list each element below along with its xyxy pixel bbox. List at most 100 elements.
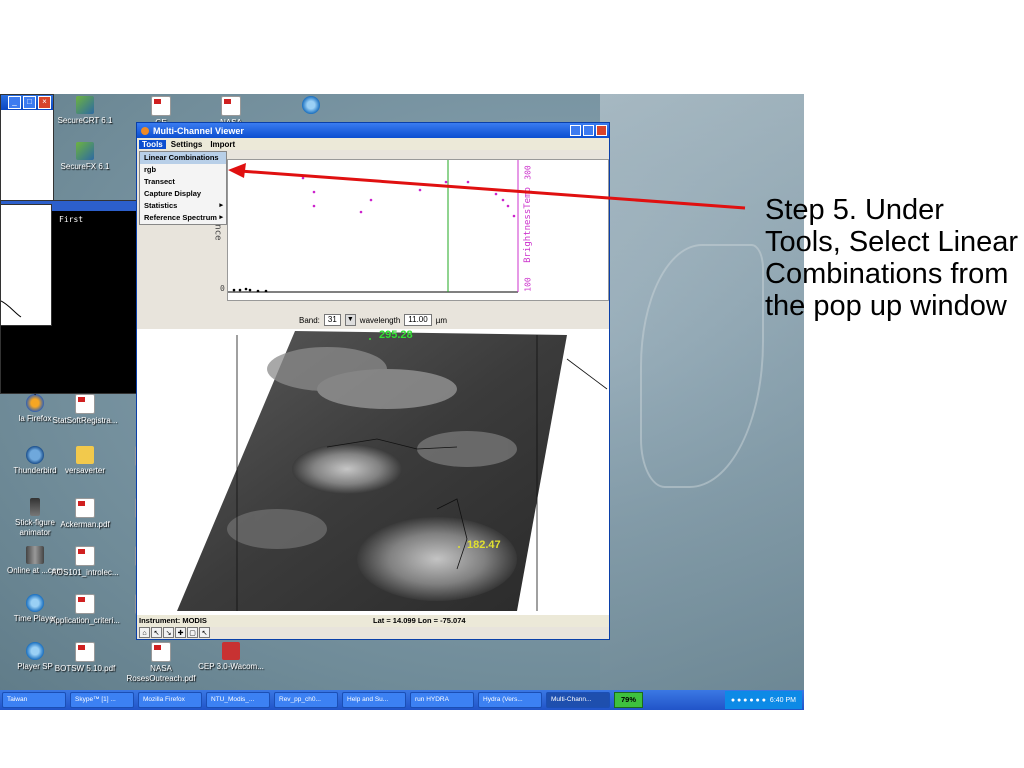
maximize-icon[interactable]: □ bbox=[23, 96, 36, 109]
left-window-titlebar[interactable]: _ □ × bbox=[1, 95, 53, 110]
minimize-icon[interactable] bbox=[570, 125, 581, 136]
pdf-icon bbox=[75, 498, 95, 518]
battery-indicator[interactable]: 79% bbox=[614, 692, 644, 708]
zoom-in-icon[interactable]: ↖ bbox=[151, 627, 162, 638]
taskbar-item[interactable]: NTU_Modis_... bbox=[206, 692, 270, 708]
map-outline bbox=[1, 205, 48, 406]
desktop-icon[interactable]: CEP 3.0-Wacom... bbox=[196, 642, 266, 672]
data-point bbox=[248, 288, 252, 292]
desktop-icon[interactable]: NASA RosesOutreach.pdf bbox=[126, 642, 196, 684]
maximize-icon[interactable] bbox=[583, 125, 594, 136]
media-icon bbox=[26, 642, 44, 660]
satellite-image-canvas bbox=[177, 331, 608, 611]
desktop-icon-label: BOTSW 5.10.pdf bbox=[54, 664, 116, 673]
pdf-icon bbox=[151, 96, 171, 116]
folder-icon bbox=[76, 446, 94, 464]
menu-item-rgb[interactable]: rgb bbox=[140, 164, 226, 176]
zoom-out-icon[interactable]: ↘ bbox=[163, 627, 174, 638]
menu-item-transect[interactable]: Transect bbox=[140, 176, 226, 188]
menu-item-reference-spectrum[interactable]: Reference Spectrum bbox=[140, 212, 226, 224]
spectrum-plot[interactable]: tance 0 300 BrightnessTemp 100 bbox=[213, 159, 609, 301]
desktop-icon[interactable] bbox=[276, 96, 346, 116]
max-marker bbox=[369, 338, 371, 340]
chevron-down-icon[interactable]: ▼ bbox=[344, 314, 356, 326]
pdf-icon bbox=[75, 394, 95, 414]
app-icon bbox=[76, 96, 94, 114]
tools-dropdown-menu: Linear Combinations rgb Transect Capture… bbox=[139, 151, 227, 225]
taskbar-item[interactable]: Skype™ [1] ... bbox=[70, 692, 134, 708]
taskbar-items: Taiwan Skype™ [1] ... Mozilla Firefox NTU_M… bbox=[2, 692, 610, 708]
menu-item-capture-display[interactable]: Capture Display bbox=[140, 188, 226, 200]
taskbar-item[interactable]: Taiwan bbox=[2, 692, 66, 708]
people-icon bbox=[26, 546, 44, 564]
clock[interactable]: 6:40 PM bbox=[770, 697, 796, 704]
menu-settings[interactable]: Settings bbox=[168, 140, 206, 149]
pdf-icon bbox=[151, 642, 171, 662]
tray-icons[interactable]: ● ● ● ● ● ● bbox=[731, 697, 766, 704]
close-icon[interactable] bbox=[596, 125, 607, 136]
data-point bbox=[418, 188, 422, 192]
desktop-icon[interactable]: BOTSW 5.10.pdf bbox=[50, 642, 120, 674]
data-point bbox=[238, 288, 242, 292]
desktop-icon-label: SecureCRT 6.1 bbox=[57, 116, 113, 125]
media-icon bbox=[26, 594, 44, 612]
data-point bbox=[506, 204, 510, 208]
taskbar-item[interactable]: Rev_pp_ch0... bbox=[274, 692, 338, 708]
pdf-icon bbox=[75, 546, 95, 566]
instrument-label: Instrument: MODIS bbox=[139, 616, 207, 625]
wavelength-field[interactable]: 11.00 bbox=[404, 314, 432, 326]
data-point bbox=[512, 214, 516, 218]
desktop-screenshot: SecureCRT 6.1GENASASecureFX 6.1chla Fire… bbox=[0, 94, 804, 710]
desktop-icon-label: StatSoftRegistra... bbox=[52, 416, 118, 425]
menu-import[interactable]: Import bbox=[207, 140, 238, 149]
right-axis-label: BrightnessTemp bbox=[522, 187, 533, 263]
satellite-image-panel[interactable]: 295.28 182.47 bbox=[137, 329, 609, 617]
taskbar-item[interactable]: Hydra (Vers... bbox=[478, 692, 542, 708]
taskbar: Taiwan Skype™ [1] ... Mozilla Firefox NTU_M… bbox=[0, 690, 804, 710]
status-bar: Instrument: MODIS Lat = 14.099 Lon = -75… bbox=[137, 615, 609, 627]
data-point bbox=[264, 289, 268, 293]
band-label: Band: bbox=[298, 315, 320, 325]
desktop-icon-label: NASA RosesOutreach.pdf bbox=[126, 664, 196, 683]
data-point bbox=[232, 288, 236, 292]
pan-icon[interactable]: ✚ bbox=[175, 627, 186, 638]
window-titlebar[interactable]: Multi-Channel Viewer bbox=[137, 123, 609, 138]
step-caption: Step 5. Under Tools, Select Linear Combi… bbox=[765, 194, 1019, 322]
taskbar-item[interactable]: run HYDRA bbox=[410, 692, 474, 708]
bird-icon bbox=[26, 446, 44, 464]
pdf-icon bbox=[221, 96, 241, 116]
window-title: Multi-Channel Viewer bbox=[153, 125, 244, 136]
desktop-icon[interactable]: SecureFX 6.1 bbox=[50, 142, 120, 172]
home-icon[interactable]: ⌂ bbox=[139, 627, 150, 638]
close-icon[interactable]: × bbox=[38, 96, 51, 109]
data-point bbox=[312, 190, 316, 194]
pointer-icon[interactable]: ↖ bbox=[199, 627, 210, 638]
pdf-icon bbox=[75, 594, 95, 614]
minimize-icon[interactable]: _ bbox=[8, 96, 21, 109]
java-icon bbox=[141, 126, 149, 135]
taskbar-item[interactable]: Mozilla Firefox bbox=[138, 692, 202, 708]
taskbar-item[interactable]: Multi-Chann... bbox=[546, 692, 610, 708]
data-point bbox=[312, 204, 316, 208]
desktop-icon[interactable]: StatSoftRegistra... bbox=[50, 394, 120, 426]
taskbar-item[interactable]: Help and Su... bbox=[342, 692, 406, 708]
data-point bbox=[501, 198, 505, 202]
band-value-field[interactable]: 31 bbox=[323, 314, 341, 326]
menu-item-statistics[interactable]: Statistics bbox=[140, 200, 226, 212]
wavelength-label: wavelength bbox=[359, 315, 401, 325]
box-select-icon[interactable]: ▢ bbox=[187, 627, 198, 638]
multi-channel-viewer-window[interactable]: Multi-Channel Viewer Tools Settings Impo… bbox=[136, 122, 610, 640]
pdf-icon bbox=[75, 642, 95, 662]
person-icon bbox=[30, 498, 40, 516]
menu-bar: Tools Settings Import bbox=[137, 138, 609, 150]
menu-item-linear-combinations[interactable]: Linear Combinations bbox=[140, 152, 226, 164]
media-icon bbox=[302, 96, 320, 114]
min-value-label: 182.47 bbox=[467, 539, 501, 551]
desktop-icon[interactable]: SecureCRT 6.1 bbox=[50, 96, 120, 126]
left-axis-zero: 0 bbox=[220, 284, 225, 293]
wavelength-unit: µm bbox=[435, 315, 447, 325]
menu-tools[interactable]: Tools bbox=[139, 139, 166, 149]
data-point bbox=[444, 180, 448, 184]
system-tray: ● ● ● ● ● ● 6:40 PM bbox=[724, 691, 802, 709]
data-point bbox=[466, 180, 470, 184]
